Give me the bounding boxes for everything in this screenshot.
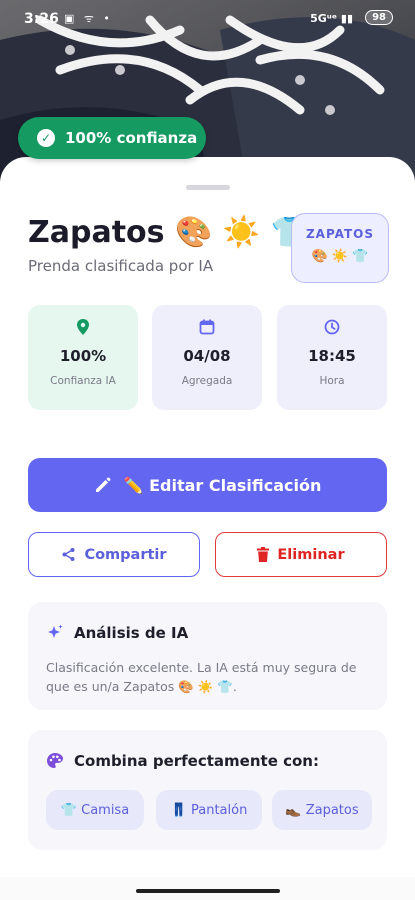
category-tag-emojis: 🎨 ☀️ 👕 bbox=[311, 249, 369, 264]
stat-confidence-value: 100% bbox=[59, 347, 107, 365]
stat-time-value: 18:45 bbox=[308, 347, 356, 365]
stat-confidence-label: Confianza IA bbox=[50, 375, 116, 387]
combo-chip-camisa[interactable]: 👕 Camisa bbox=[46, 790, 144, 830]
drag-handle[interactable] bbox=[186, 185, 230, 190]
sparkle-icon bbox=[48, 624, 63, 638]
location-pin-icon bbox=[28, 319, 138, 337]
status-bar: 3:26 ▣ ᯤ • 5Gᵘᵉ ▮▮ 98 bbox=[0, 0, 415, 36]
home-gesture-pill[interactable] bbox=[136, 889, 280, 893]
ai-analysis-card: Análisis de IA Clasificación excelente. … bbox=[28, 602, 387, 710]
confidence-badge: ✓ 100% confianza bbox=[18, 117, 206, 159]
share-icon bbox=[62, 548, 75, 561]
category-tag: ZAPATOS 🎨 ☀️ 👕 bbox=[291, 213, 389, 283]
combo-chip-zapatos[interactable]: 👞 Zapatos bbox=[272, 790, 372, 830]
trash-icon bbox=[257, 547, 270, 562]
ai-analysis-text: Clasificación excelente. La IA está muy … bbox=[46, 660, 357, 694]
network-signal-icon: 5Gᵘᵉ ▮▮ bbox=[310, 12, 353, 25]
clock-icon bbox=[277, 319, 387, 337]
stat-time-label: Hora bbox=[319, 375, 345, 387]
detail-sheet: Zapatos 🎨 ☀️ 👕 Prenda clasificada por IA… bbox=[0, 157, 415, 877]
edit-classification-button[interactable]: ✏️ Editar Clasificación bbox=[28, 458, 387, 512]
delete-label: Eliminar bbox=[277, 546, 345, 563]
stat-added-label: Agregada bbox=[181, 375, 233, 387]
share-label: Compartir bbox=[84, 546, 167, 563]
combine-heading: Combina perfectamente con: bbox=[74, 752, 319, 770]
item-title: Zapatos 🎨 ☀️ 👕 bbox=[28, 215, 308, 250]
check-circle-icon: ✓ bbox=[37, 129, 55, 147]
combine-card: Combina perfectamente con: 👕 Camisa 👖 Pa… bbox=[28, 730, 387, 850]
stat-confidence: 100% Confianza IA bbox=[28, 305, 138, 410]
ai-analysis-heading: Análisis de IA bbox=[74, 624, 189, 642]
share-button[interactable]: Compartir bbox=[28, 532, 200, 577]
palette-icon bbox=[47, 753, 63, 768]
ai-analysis-heading-row: Análisis de IA bbox=[46, 624, 188, 642]
calendar-icon bbox=[152, 319, 262, 337]
gesture-nav-bar bbox=[0, 877, 415, 900]
status-time: 3:26 bbox=[24, 11, 59, 27]
combine-heading-row: Combina perfectamente con: bbox=[46, 752, 319, 770]
stat-time: 18:45 Hora bbox=[277, 305, 387, 410]
status-notification-icons: ▣ ᯤ • bbox=[64, 12, 113, 25]
item-subtitle: Prenda clasificada por IA bbox=[28, 257, 214, 275]
battery-icon: 98 bbox=[365, 10, 393, 25]
stat-added-value: 04/08 bbox=[183, 347, 231, 365]
category-tag-label: ZAPATOS bbox=[305, 227, 375, 241]
combo-chip-pantalon[interactable]: 👖 Pantalón bbox=[156, 790, 262, 830]
stat-added: 04/08 Agregada bbox=[152, 305, 262, 410]
confidence-badge-label: 100% confianza bbox=[65, 129, 198, 147]
edit-classification-label: ✏️ Editar Clasificación bbox=[123, 475, 322, 495]
pencil-icon bbox=[95, 477, 111, 492]
delete-button[interactable]: Eliminar bbox=[215, 532, 387, 577]
